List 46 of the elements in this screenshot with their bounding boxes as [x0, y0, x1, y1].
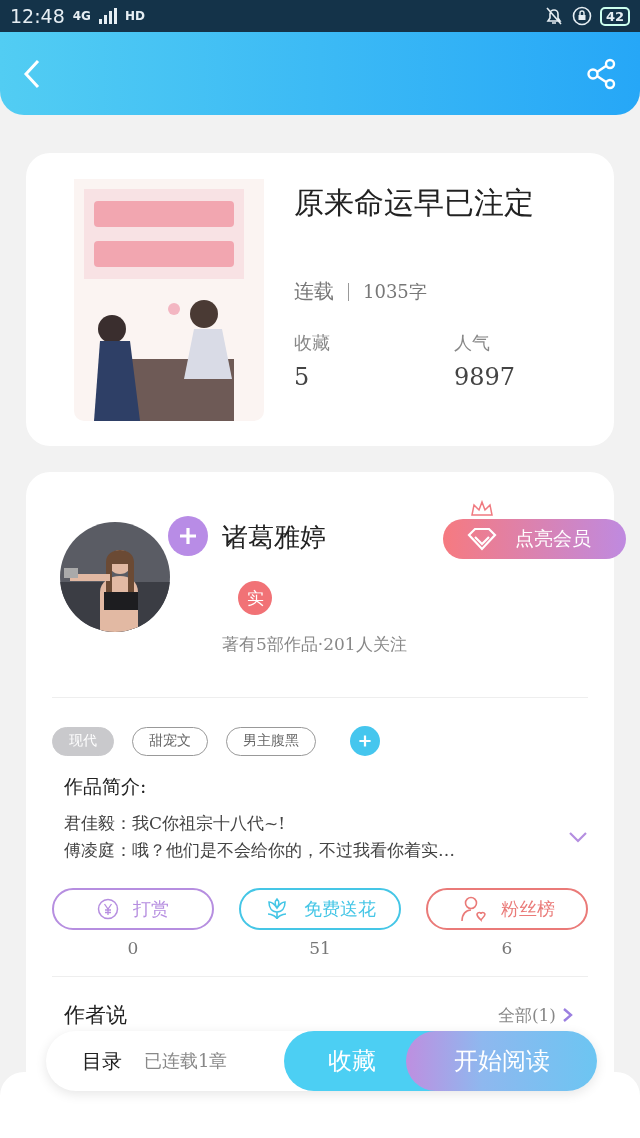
- author-summary: 著有5部作品·201人关注: [222, 633, 407, 656]
- intro-line: 君佳毅：我C你祖宗十八代~!: [64, 812, 287, 835]
- chapter-count: 已连载1章: [144, 1049, 228, 1073]
- add-tag-button[interactable]: [350, 726, 380, 756]
- share-button[interactable]: [586, 57, 618, 90]
- action-button[interactable]: 打赏: [52, 888, 214, 930]
- rotation-lock-icon: [571, 6, 592, 26]
- crown-icon: [470, 500, 494, 518]
- person-heart-icon: [459, 895, 487, 923]
- network-type: 4G: [72, 9, 91, 23]
- plus-icon: [358, 734, 372, 748]
- action-count: 0: [127, 938, 139, 958]
- book-title: 原来命运早已注定: [294, 184, 535, 222]
- author-name: 诸葛雅婷: [222, 521, 327, 554]
- stat-value: 9897: [454, 363, 517, 391]
- plus-icon: [178, 526, 198, 546]
- chevron-icon: [568, 830, 588, 844]
- diamond-icon: [467, 527, 497, 551]
- status-time: 12:48: [10, 5, 65, 27]
- action-button[interactable]: 免费送花: [239, 888, 401, 930]
- follow-button[interactable]: [168, 516, 208, 556]
- stat-label: 收藏: [294, 331, 331, 355]
- action-count: 6: [501, 938, 513, 958]
- expand-button[interactable]: [568, 830, 588, 844]
- intro-title: 作品简介:: [64, 774, 148, 799]
- signal-icon: [98, 8, 117, 24]
- stat-label: 人气: [454, 331, 491, 355]
- genre-tag[interactable]: 男主腹黑: [226, 726, 316, 756]
- word-count: 1035字: [363, 279, 427, 304]
- intro-line: 傅凌庭：哦？他们是不会给你的，不过我看你着实…: [64, 839, 456, 862]
- action-button[interactable]: 粉丝榜: [426, 888, 588, 930]
- back-button[interactable]: [22, 57, 42, 90]
- battery-level: 42: [599, 6, 630, 26]
- catalog-button[interactable]: 目录: [82, 1047, 122, 1075]
- genre-tag[interactable]: 甜宠文: [132, 726, 208, 756]
- action-count: 51: [309, 938, 331, 958]
- yen-coin-icon: [97, 898, 119, 920]
- author-notes-title: 作者说: [64, 1002, 127, 1029]
- verified-badge: 实: [238, 581, 272, 615]
- start-reading-button[interactable]: 开始阅读: [406, 1031, 597, 1091]
- bell-muted-icon: [543, 6, 564, 26]
- stat-value: 5: [294, 363, 311, 391]
- vip-button[interactable]: 点亮会员: [443, 519, 626, 559]
- view-all-link[interactable]: 全部(1): [497, 1003, 578, 1027]
- serial-status: 连载: [294, 278, 334, 305]
- hd-indicator: HD: [124, 9, 145, 23]
